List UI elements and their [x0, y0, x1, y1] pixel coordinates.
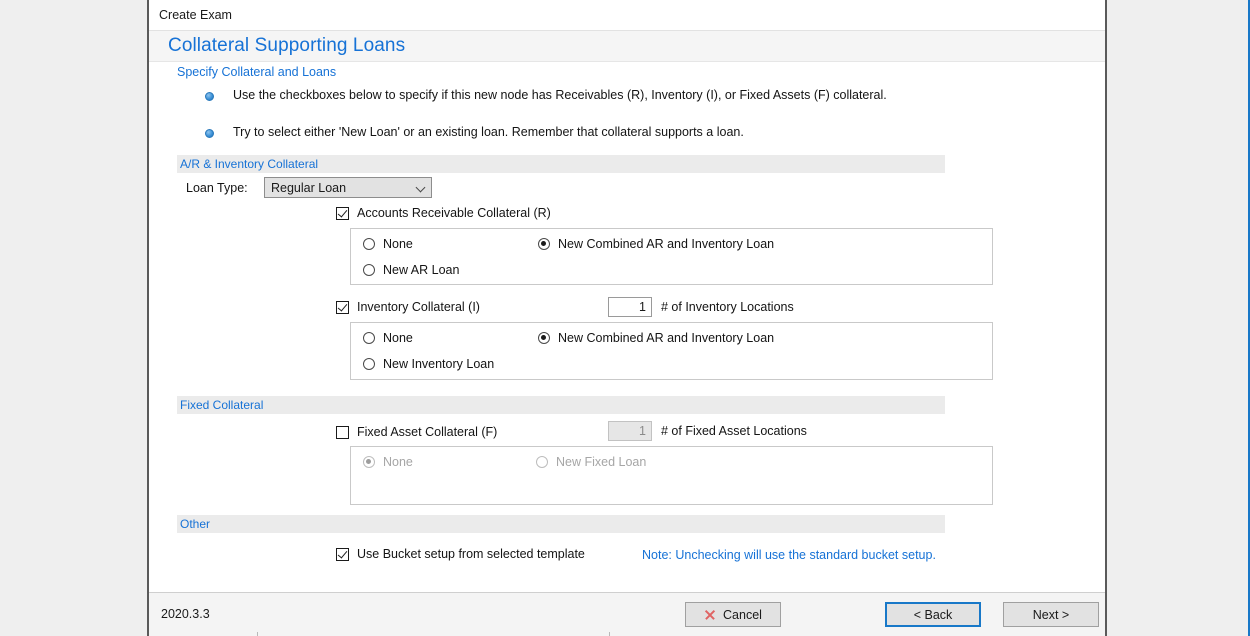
use-bucket-setup-checkbox[interactable]: Use Bucket setup from selected template — [336, 547, 585, 561]
loan-type-label: Loan Type: — [186, 181, 264, 195]
fixed-asset-locations-input[interactable]: 1 — [608, 421, 652, 441]
bullet-dot-icon — [205, 92, 214, 101]
checkbox-icon — [336, 301, 349, 314]
fixed-asset-collateral-checkbox[interactable]: Fixed Asset Collateral (F) — [336, 425, 497, 439]
radio-label: None — [383, 237, 413, 251]
radio-label: New Combined AR and Inventory Loan — [558, 237, 774, 251]
back-button-label: < Back — [914, 608, 953, 622]
inventory-collateral-checkbox[interactable]: Inventory Collateral (I) — [336, 300, 480, 314]
inventory-option-new-combined-loan[interactable]: New Combined AR and Inventory Loan — [538, 331, 774, 345]
ar-option-new-combined-loan[interactable]: New Combined AR and Inventory Loan — [538, 237, 774, 251]
instruction-text: Use the checkboxes below to specify if t… — [233, 88, 887, 102]
radio-icon — [363, 264, 375, 276]
loan-type-row: Loan Type: Regular Loan — [186, 177, 432, 198]
fixed-option-new-fixed-loan[interactable]: New Fixed Loan — [536, 455, 646, 469]
radio-icon — [363, 456, 375, 468]
page-subtitle: Specify Collateral and Loans — [177, 65, 336, 79]
chevron-down-icon — [416, 183, 426, 193]
inventory-option-none[interactable]: None — [363, 331, 413, 345]
footer-divider-tick — [257, 632, 258, 636]
section-label: Fixed Collateral — [180, 398, 263, 412]
accounts-receivable-collateral-checkbox[interactable]: Accounts Receivable Collateral (R) — [336, 206, 551, 220]
instruction-text: Try to select either 'New Loan' or an ex… — [233, 125, 744, 139]
page-title: Collateral Supporting Loans — [168, 35, 405, 57]
section-header-ar-inventory: A/R & Inventory Collateral — [177, 155, 945, 173]
cancel-button-label: Cancel — [723, 608, 762, 622]
radio-label: None — [383, 331, 413, 345]
fixed-option-none[interactable]: None — [363, 455, 413, 469]
checkbox-label: Accounts Receivable Collateral (R) — [357, 206, 551, 220]
checkbox-label: Use Bucket setup from selected template — [357, 547, 585, 561]
page-header-band: Collateral Supporting Loans — [149, 31, 1105, 62]
cancel-button[interactable]: Cancel — [685, 602, 781, 627]
x-icon — [704, 609, 716, 621]
window-titlebar: Create Exam — [149, 0, 1105, 31]
radio-label: None — [383, 455, 413, 469]
radio-icon — [363, 332, 375, 344]
section-label: Other — [180, 517, 210, 531]
section-header-other: Other — [177, 515, 945, 533]
inventory-locations-input[interactable]: 1 — [608, 297, 652, 317]
create-exam-wizard-window: Create Exam Collateral Supporting Loans … — [147, 0, 1107, 636]
radio-icon — [536, 456, 548, 468]
inventory-option-new-inventory-loan[interactable]: New Inventory Loan — [363, 357, 494, 371]
radio-label: New Inventory Loan — [383, 357, 494, 371]
loan-type-select[interactable]: Regular Loan — [264, 177, 432, 198]
ar-option-new-ar-loan[interactable]: New AR Loan — [363, 263, 459, 277]
checkbox-icon — [336, 426, 349, 439]
back-button[interactable]: < Back — [885, 602, 981, 627]
radio-icon — [363, 358, 375, 370]
next-button-label: Next > — [1033, 608, 1069, 622]
bucket-setup-note: Note: Unchecking will use the standard b… — [642, 548, 936, 562]
radio-label: New Combined AR and Inventory Loan — [558, 331, 774, 345]
ar-option-none[interactable]: None — [363, 237, 413, 251]
fixed-asset-locations-value: 1 — [639, 424, 646, 438]
instruction-item: Try to select either 'New Loan' or an ex… — [205, 125, 744, 139]
version-label: 2020.3.3 — [161, 607, 210, 621]
radio-icon — [363, 238, 375, 250]
ar-loan-options-group: None New Combined AR and Inventory Loan … — [350, 228, 993, 285]
checkbox-label: Inventory Collateral (I) — [357, 300, 480, 314]
section-header-fixed-collateral: Fixed Collateral — [177, 396, 945, 414]
inventory-loan-options-group: None New Combined AR and Inventory Loan … — [350, 322, 993, 380]
radio-icon — [538, 332, 550, 344]
checkbox-icon — [336, 548, 349, 561]
footer-divider-tick — [609, 632, 610, 636]
bullet-dot-icon — [205, 129, 214, 138]
window-title: Create Exam — [159, 8, 232, 22]
checkbox-label: Fixed Asset Collateral (F) — [357, 425, 497, 439]
loan-type-value: Regular Loan — [271, 181, 346, 195]
wizard-body: Specify Collateral and Loans Use the che… — [149, 63, 1105, 593]
fixed-loan-options-group: None New Fixed Loan — [350, 446, 993, 505]
wizard-footer: 2020.3.3 Cancel < Back Next > — [149, 592, 1105, 636]
radio-icon — [538, 238, 550, 250]
radio-label: New Fixed Loan — [556, 455, 646, 469]
fixed-asset-locations-caption: # of Fixed Asset Locations — [661, 424, 807, 438]
inventory-locations-caption: # of Inventory Locations — [661, 300, 794, 314]
desktop-background: Create Exam Collateral Supporting Loans … — [0, 0, 1250, 636]
radio-label: New AR Loan — [383, 263, 459, 277]
instruction-item: Use the checkboxes below to specify if t… — [205, 88, 887, 102]
inventory-locations-value: 1 — [639, 300, 646, 314]
next-button[interactable]: Next > — [1003, 602, 1099, 627]
section-label: A/R & Inventory Collateral — [180, 157, 318, 171]
checkbox-icon — [336, 207, 349, 220]
